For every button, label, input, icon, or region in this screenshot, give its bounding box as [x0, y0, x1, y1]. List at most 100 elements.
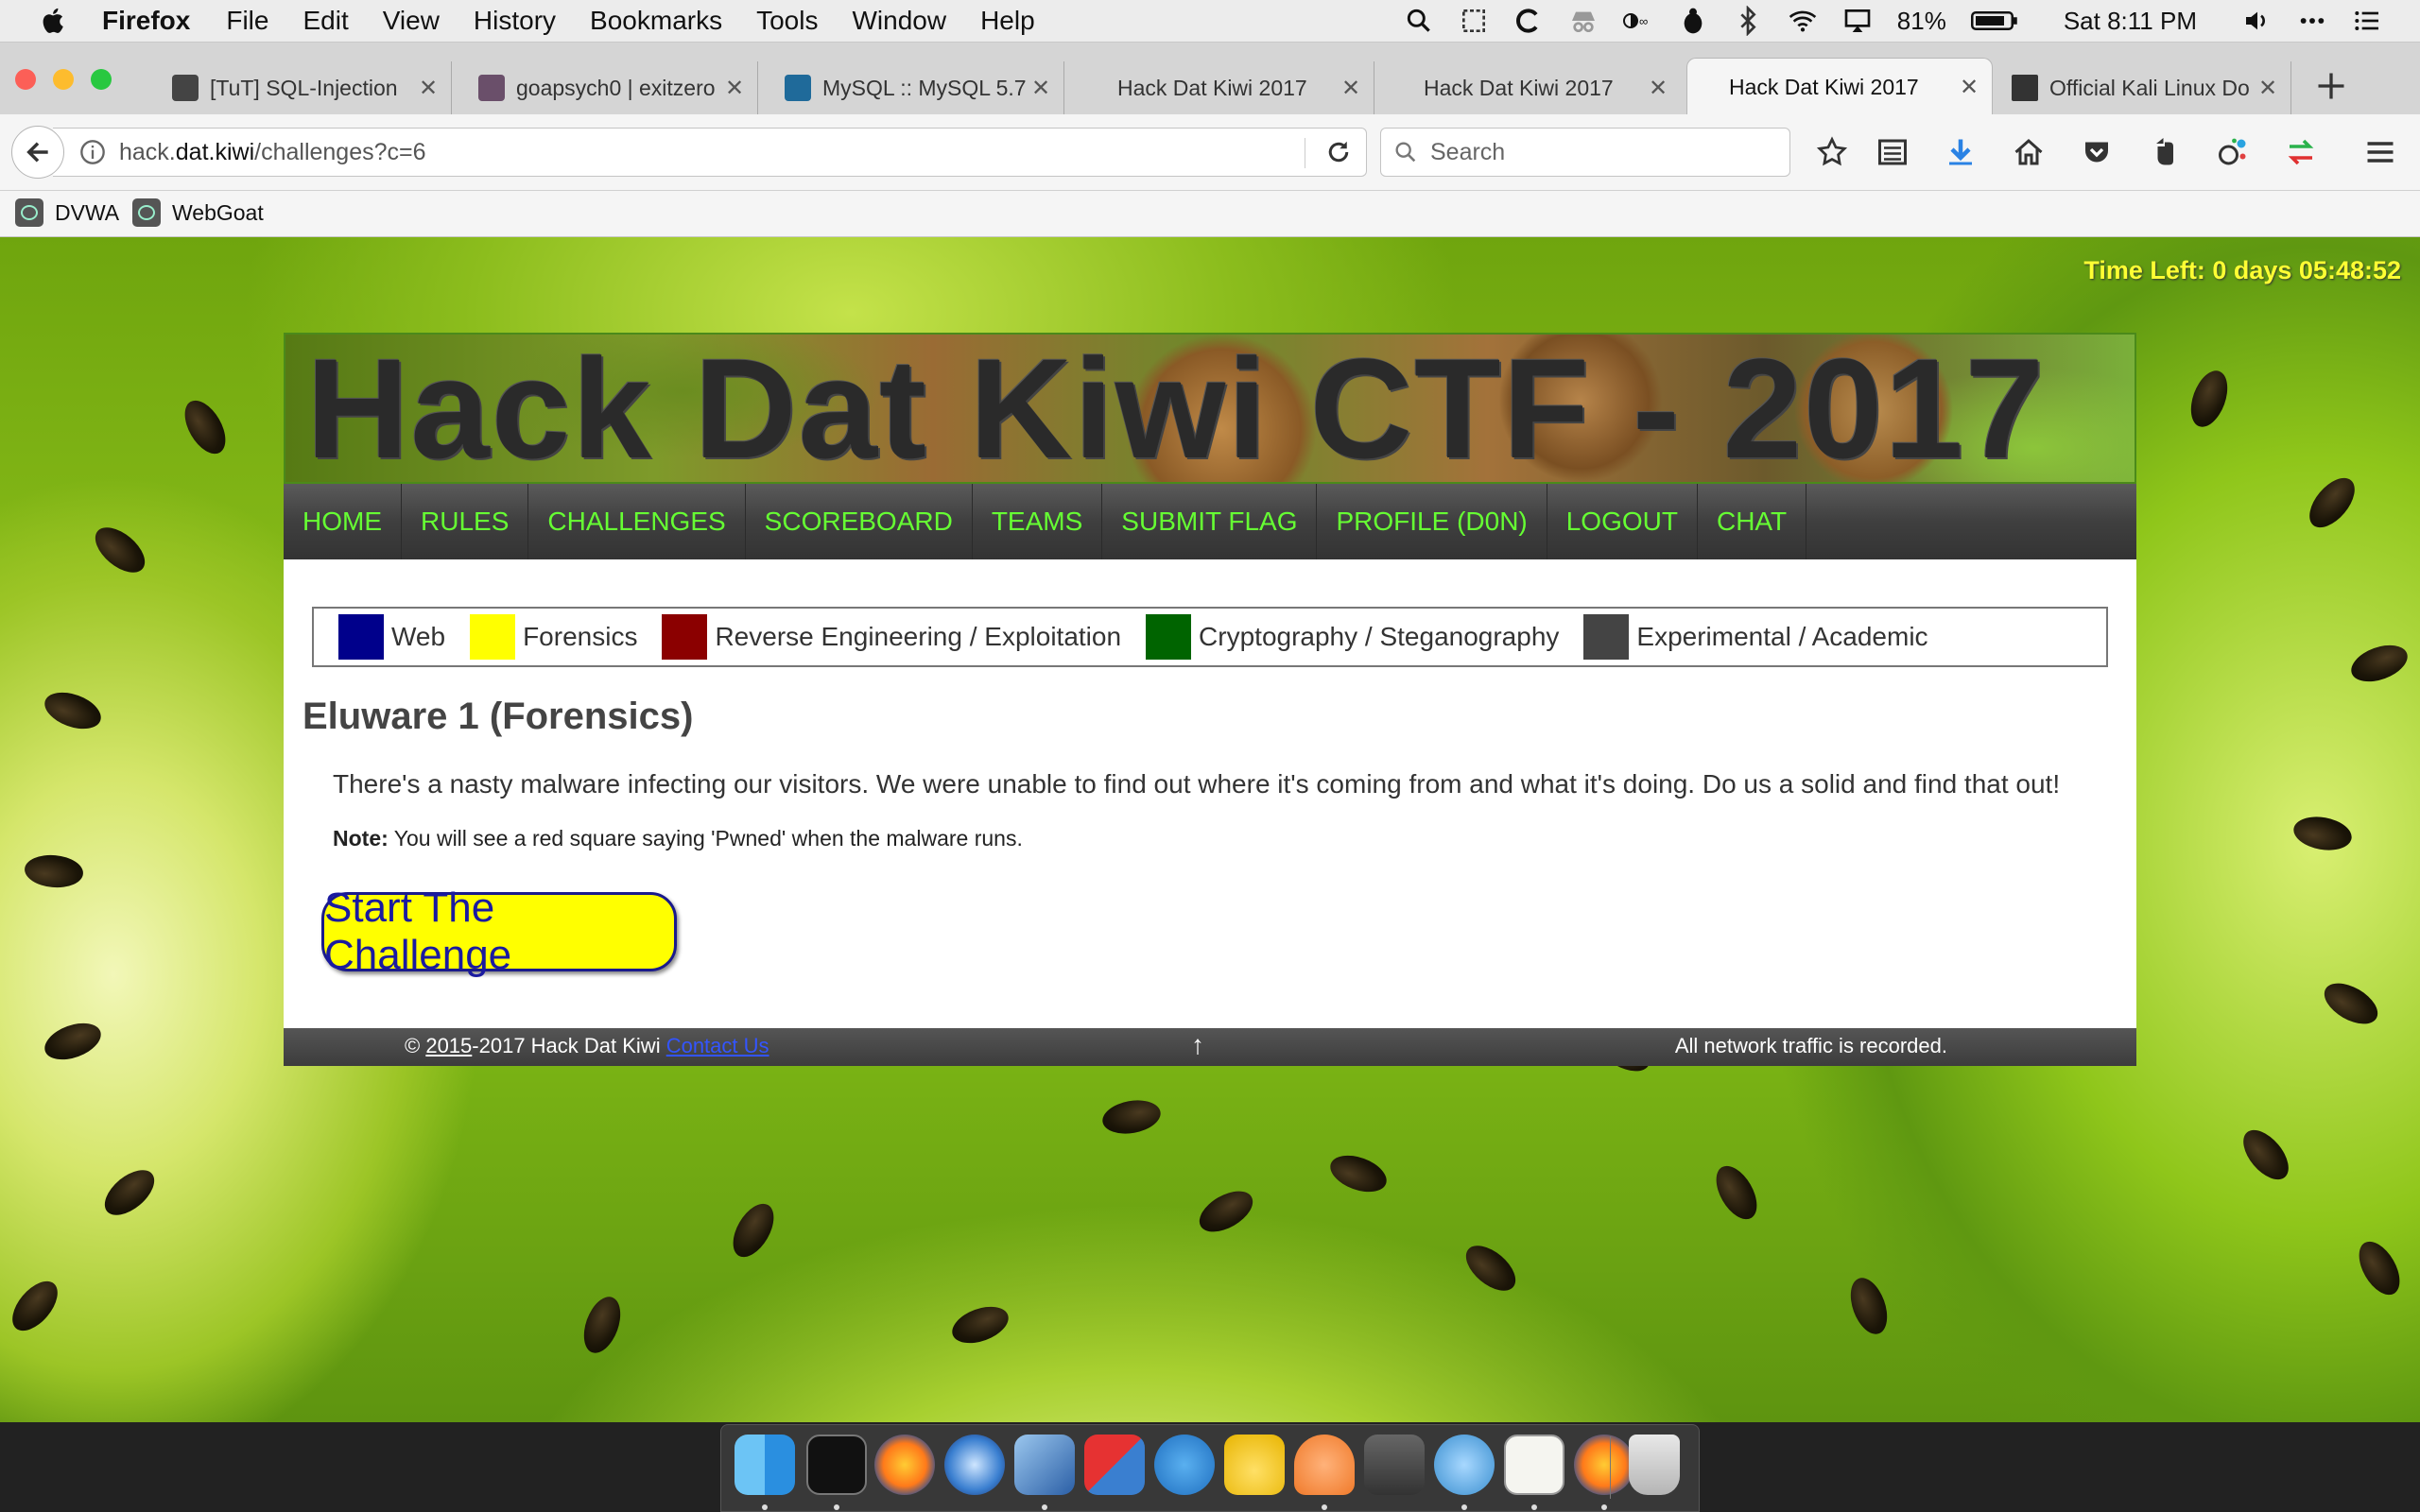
battery-icon[interactable]: [1970, 6, 2018, 36]
menu-help[interactable]: Help: [980, 6, 1035, 36]
nav-home[interactable]: HOME: [284, 484, 402, 559]
menu-window[interactable]: Window: [852, 6, 946, 36]
home-icon[interactable]: [2012, 135, 2046, 169]
firefox-icon[interactable]: [874, 1435, 935, 1495]
menu-edit[interactable]: Edit: [302, 6, 348, 36]
firefox-icon[interactable]: [1574, 1435, 1634, 1495]
menu-history[interactable]: History: [474, 6, 556, 36]
tab-hack-dat-kiwi-active[interactable]: Hack Dat Kiwi 2017 ✕: [1686, 58, 1993, 115]
proxy-switch-icon[interactable]: [2284, 135, 2318, 169]
finder-icon[interactable]: [735, 1435, 795, 1495]
menu-app-name[interactable]: Firefox: [102, 6, 190, 36]
svg-text:∞: ∞: [1639, 14, 1648, 28]
download-icon[interactable]: [1944, 135, 1978, 169]
close-icon[interactable]: ✕: [1645, 75, 1671, 102]
menu-clock[interactable]: Sat 8:11 PM: [2064, 7, 2197, 36]
cyberduck-icon[interactable]: [1224, 1435, 1285, 1495]
docker-icon[interactable]: [1154, 1435, 1215, 1495]
url-text[interactable]: hack.dat.kiwi/challenges?c=6: [119, 139, 426, 166]
pocket-icon[interactable]: [2080, 135, 2114, 169]
airplay-icon[interactable]: [1842, 6, 1873, 36]
screenshot-icon[interactable]: [1459, 6, 1489, 36]
mastodon-icon[interactable]: [1434, 1435, 1495, 1495]
close-icon[interactable]: ✕: [415, 75, 441, 102]
bookmark-star-icon[interactable]: [1815, 135, 1849, 169]
copyright-symbol: ©: [405, 1034, 426, 1057]
start-challenge-button[interactable]: Start The Challenge: [321, 885, 677, 978]
tab-sql-injection[interactable]: [TuT] SQL-Injection ✕: [159, 61, 452, 114]
url-bar[interactable]: hack.dat.kiwi/challenges?c=6: [53, 128, 1367, 177]
footer-year-link[interactable]: 2015: [425, 1034, 472, 1057]
nav-rules[interactable]: RULES: [402, 484, 529, 559]
window-minimize-button[interactable]: [53, 69, 74, 90]
nav-chat[interactable]: CHAT: [1698, 484, 1807, 559]
challenge-title: Eluware 1 (Forensics): [302, 696, 694, 737]
close-icon[interactable]: ✕: [721, 75, 748, 102]
parallels-icon[interactable]: [1084, 1435, 1145, 1495]
mysql-icon: [785, 75, 811, 101]
menu-view[interactable]: View: [383, 6, 440, 36]
nav-challenges[interactable]: CHALLENGES: [528, 484, 746, 559]
page-viewport: Time Left: 0 days 05:48:52 Hack Dat Kiwi…: [0, 237, 2420, 1422]
new-tab-icon[interactable]: [2314, 69, 2348, 103]
sublime-icon[interactable]: [1364, 1435, 1425, 1495]
incognito-icon[interactable]: [1568, 6, 1599, 36]
bluetooth-icon[interactable]: [1733, 6, 1763, 36]
tab-mysql[interactable]: MySQL :: MySQL 5.7 ✕: [771, 61, 1064, 114]
tab-hack-dat-kiwi-2[interactable]: Hack Dat Kiwi 2017 ✕: [1407, 61, 1681, 114]
tab-label: Hack Dat Kiwi 2017: [1117, 75, 1307, 100]
bookmarks-toolbar: DVWA WebGoat: [0, 191, 2420, 237]
notification-center-icon[interactable]: [2352, 6, 2382, 36]
nav-teams[interactable]: TEAMS: [973, 484, 1103, 559]
window-zoom-button[interactable]: [91, 69, 112, 90]
nav-logout[interactable]: LOGOUT: [1547, 484, 1698, 559]
spotlight-search-icon[interactable]: [1404, 6, 1434, 36]
menu-file[interactable]: File: [226, 6, 268, 36]
textedit-icon[interactable]: [1504, 1435, 1564, 1495]
volume-icon[interactable]: [2242, 6, 2273, 36]
tab-kali-linux[interactable]: Official Kali Linux Do ✕: [1998, 61, 2291, 114]
window-close-button[interactable]: [15, 69, 36, 90]
back-button[interactable]: [11, 126, 64, 179]
challenge-description: There's a nasty malware infecting our vi…: [333, 769, 2061, 799]
terminal-icon[interactable]: [806, 1435, 867, 1495]
virtualbox-icon[interactable]: [1014, 1435, 1075, 1495]
nav-scoreboard[interactable]: SCOREBOARD: [746, 484, 973, 559]
nav-profile[interactable]: PROFILE (D0N): [1317, 484, 1547, 559]
site-nav-bar: HOME RULES CHALLENGES SCOREBOARD TEAMS S…: [284, 484, 2136, 559]
close-icon[interactable]: ✕: [1028, 75, 1054, 102]
legend-label: Web: [391, 622, 446, 651]
more-dots-icon[interactable]: [2297, 6, 2327, 36]
info-icon[interactable]: [79, 139, 106, 165]
reload-icon[interactable]: [1324, 138, 1353, 166]
menu-bookmarks[interactable]: Bookmarks: [590, 6, 722, 36]
dvwa-favicon-icon: [15, 198, 43, 227]
thunderbird-icon[interactable]: [944, 1435, 1005, 1495]
nav-submit-flag[interactable]: SUBMIT FLAG: [1102, 484, 1318, 559]
c-app-icon[interactable]: [1513, 6, 1544, 36]
burp-icon[interactable]: [1294, 1435, 1355, 1495]
close-icon[interactable]: ✕: [1338, 75, 1364, 102]
fox-icon[interactable]: [1678, 6, 1708, 36]
close-icon[interactable]: ✕: [2255, 75, 2281, 102]
reading-list-icon[interactable]: [1876, 135, 1910, 169]
close-icon[interactable]: ✕: [1956, 74, 1982, 101]
search-bar[interactable]: Search: [1380, 128, 1790, 177]
evernote-icon[interactable]: [2148, 135, 2182, 169]
bookmark-dvwa[interactable]: DVWA: [15, 198, 119, 227]
challenge-note: Note: You will see a red square saying '…: [333, 826, 1023, 851]
scroll-top-arrow[interactable]: ↑: [1191, 1030, 1204, 1060]
tab-goapsych0[interactable]: goapsych0 | exitzero ✕: [465, 61, 758, 114]
tab-hack-dat-kiwi-1[interactable]: Hack Dat Kiwi 2017 ✕: [1100, 61, 1374, 114]
tab-label: MySQL :: MySQL 5.7: [822, 75, 1027, 100]
extension-sparkle-icon[interactable]: [2216, 135, 2250, 169]
contact-us-link[interactable]: Contact Us: [666, 1034, 769, 1057]
trash-icon[interactable]: [1629, 1435, 1680, 1495]
infinity-toggle-icon[interactable]: ∞: [1622, 6, 1653, 36]
menu-tools[interactable]: Tools: [756, 6, 818, 36]
tab-label: Official Kali Linux Do: [2049, 75, 2250, 100]
bookmark-webgoat[interactable]: WebGoat: [132, 198, 264, 227]
hamburger-menu-icon[interactable]: [2363, 135, 2397, 169]
wifi-icon[interactable]: [1788, 6, 1818, 36]
apple-icon[interactable]: [38, 5, 70, 37]
